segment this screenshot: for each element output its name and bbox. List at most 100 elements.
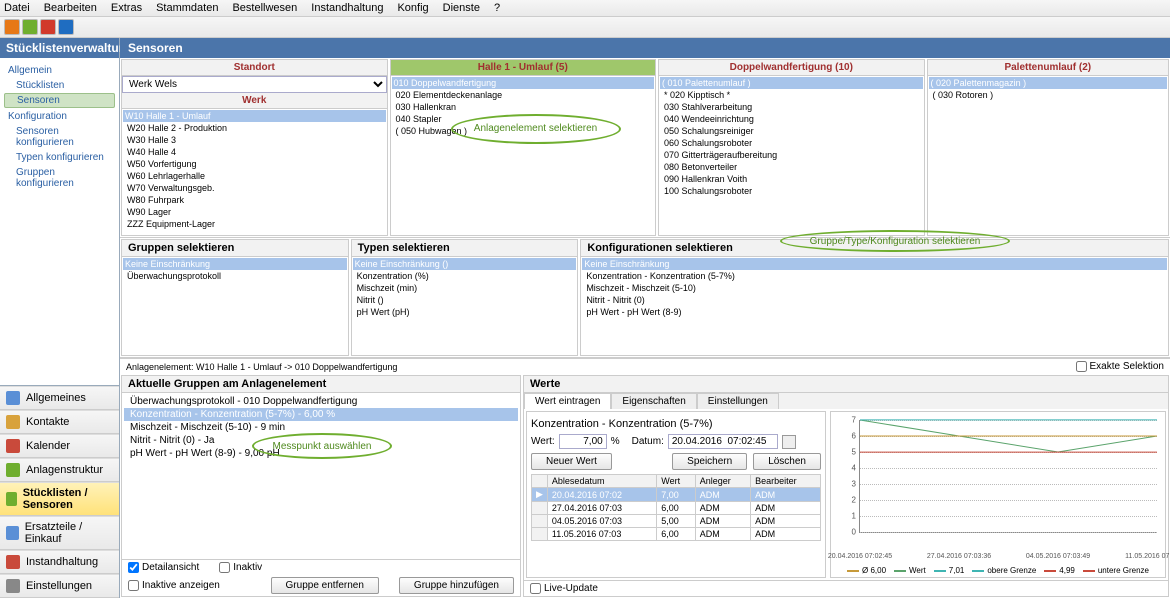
list-item[interactable]: 090 Hallenkran Voith (660, 173, 923, 185)
sidebar-bottom-item[interactable]: Stücklisten / Sensoren (0, 482, 119, 516)
current-groups-list[interactable]: Überwachungsprotokoll - 010 Doppelwandfe… (122, 393, 520, 559)
list-item[interactable]: Überwachungsprotokoll (123, 270, 347, 282)
list-item[interactable]: Konzentration - Konzentration (5-7%) (582, 270, 1167, 282)
panel-body-pal[interactable]: ( 020 Palettenmagazin )( 030 Rotoren ) (928, 76, 1168, 235)
werte-table[interactable]: AblesedatumWertAnlegerBearbeiter ▶20.04.… (531, 474, 821, 541)
table-row[interactable]: 11.05.2016 07:036,00ADMADM (532, 528, 821, 541)
menu-bearbeiten[interactable]: Bearbeiten (44, 2, 97, 14)
panel-body-standort[interactable]: W10 Halle 1 - UmlaufW20 Halle 2 - Produk… (122, 109, 387, 235)
btn-delete[interactable]: Löschen (753, 453, 821, 470)
toolbar-btn-4[interactable] (58, 19, 74, 35)
nav-sensoren[interactable]: Sensoren (4, 93, 115, 108)
list-item[interactable]: * 020 Kipptisch * (660, 89, 923, 101)
list-item[interactable]: 100 Schalungsroboter (660, 185, 923, 197)
datepicker-icon[interactable] (782, 435, 796, 449)
sel-types-body[interactable]: Keine Einschränkung ()Konzentration (%)M… (352, 257, 578, 355)
btn-remove-group[interactable]: Gruppe entfernen (271, 577, 379, 594)
list-item[interactable]: W50 Vorfertigung (123, 158, 386, 170)
list-item[interactable]: 010 Doppelwandfertigung (392, 77, 655, 89)
list-item[interactable]: 020 Elementdeckenanlage (392, 89, 655, 101)
list-item[interactable]: ( 020 Palettenmagazin ) (929, 77, 1167, 89)
list-item[interactable]: pH Wert - pH Wert (8-9) (582, 306, 1167, 318)
list-item[interactable]: W90 Lager (123, 206, 386, 218)
toolbar-btn-3[interactable] (40, 19, 56, 35)
nav-stuecklisten[interactable]: Stücklisten (0, 78, 119, 93)
list-item[interactable]: 080 Betonverteiler (660, 161, 923, 173)
group-row[interactable]: Konzentration - Konzentration (5-7%) - 6… (124, 408, 518, 421)
tab-eigenschaften[interactable]: Eigenschaften (611, 393, 696, 409)
group-row[interactable]: pH Wert - pH Wert (8-9) - 9,00 pH (124, 447, 518, 460)
sel-groups-body[interactable]: Keine EinschränkungÜberwachungsprotokoll (122, 257, 348, 355)
list-item[interactable]: ( 010 Palettenumlauf ) (660, 77, 923, 89)
group-row[interactable]: Nitrit - Nitrit (0) - Ja (124, 434, 518, 447)
list-item[interactable]: pH Wert (pH) (353, 306, 577, 318)
standort-combo[interactable]: Werk Wels (122, 76, 387, 93)
btn-add-group[interactable]: Gruppe hinzufügen (399, 577, 514, 594)
sidebar-bottom-item[interactable]: Instandhaltung (0, 550, 119, 574)
nav-typen-konfig[interactable]: Typen konfigurieren (0, 150, 119, 165)
nav-sensoren-konfig[interactable]: Sensoren konfigurieren (0, 124, 119, 150)
sidebar-bottom-item[interactable]: Kalender (0, 434, 119, 458)
list-item[interactable]: 050 Schalungsreiniger (660, 125, 923, 137)
menu-instandhaltung[interactable]: Instandhaltung (311, 2, 383, 14)
no-restriction-row[interactable]: Keine Einschränkung () (353, 258, 577, 270)
sidebar-bottom-item[interactable]: Ersatzteile / Einkauf (0, 516, 119, 550)
group-row[interactable]: Überwachungsprotokoll - 010 Doppelwandfe… (124, 395, 518, 408)
list-item[interactable]: W80 Fuhrpark (123, 194, 386, 206)
table-row[interactable]: 27.04.2016 07:036,00ADMADM (532, 502, 821, 515)
panel-body-dwf[interactable]: ( 010 Palettenumlauf )* 020 Kipptisch *0… (659, 76, 924, 235)
menu-stammdaten[interactable]: Stammdaten (156, 2, 218, 14)
sel-configs-body[interactable]: Keine EinschränkungKonzentration - Konze… (581, 257, 1168, 355)
list-item[interactable]: 030 Stahlverarbeitung (660, 101, 923, 113)
menu-konfig[interactable]: Konfig (397, 2, 428, 14)
list-item[interactable]: W70 Verwaltungsgeb. (123, 182, 386, 194)
panel-body-halle[interactable]: 010 Doppelwandfertigung020 Elementdecken… (391, 76, 656, 235)
check-detail[interactable]: Detailansicht (128, 562, 199, 573)
tab-einstellungen[interactable]: Einstellungen (697, 393, 779, 409)
list-item[interactable]: Mischzeit (min) (353, 282, 577, 294)
list-item[interactable]: ZZZ Equipment-Lager (123, 218, 386, 230)
check-live-update[interactable]: Live-Update (530, 583, 598, 594)
list-item[interactable]: Mischzeit - Mischzeit (5-10) (582, 282, 1167, 294)
tab-wert-eintragen[interactable]: Wert eintragen (524, 393, 611, 409)
list-item[interactable]: 070 Gitterträgeraufbereitung (660, 149, 923, 161)
menu-datei[interactable]: Datei (4, 2, 30, 14)
toolbar-btn-2[interactable] (22, 19, 38, 35)
list-item[interactable]: W60 Lehrlagerhalle (123, 170, 386, 182)
list-item[interactable]: Konzentration (%) (353, 270, 577, 282)
list-item[interactable]: W30 Halle 3 (123, 134, 386, 146)
wert-input[interactable] (559, 434, 607, 449)
btn-save[interactable]: Speichern (672, 453, 747, 470)
menu-extras[interactable]: Extras (111, 2, 142, 14)
menu-bestellwesen[interactable]: Bestellwesen (232, 2, 297, 14)
list-item[interactable]: 030 Hallenkran (392, 101, 655, 113)
list-item[interactable]: 040 Stapler (392, 113, 655, 125)
no-restriction-row[interactable]: Keine Einschränkung (123, 258, 347, 270)
list-item[interactable]: 040 Wendeeinrichtung (660, 113, 923, 125)
check-show-inactive[interactable]: Inaktive anzeigen (128, 577, 220, 594)
sidebar-bottom-item[interactable]: Kontakte (0, 410, 119, 434)
sidebar-bottom-item[interactable]: Anlagenstruktur (0, 458, 119, 482)
menu-help[interactable]: ? (494, 2, 500, 14)
datum-input[interactable] (668, 434, 778, 449)
table-row[interactable]: 04.05.2016 07:035,00ADMADM (532, 515, 821, 528)
list-item[interactable]: 060 Schalungsroboter (660, 137, 923, 149)
btn-new-wert[interactable]: Neuer Wert (531, 453, 612, 470)
table-row[interactable]: ▶20.04.2016 07:027,00ADMADM (532, 488, 821, 502)
group-row[interactable]: Mischzeit - Mischzeit (5-10) - 9 min (124, 421, 518, 434)
nav-gruppen-konfig[interactable]: Gruppen konfigurieren (0, 165, 119, 191)
list-item[interactable]: ( 030 Rotoren ) (929, 89, 1167, 101)
list-item[interactable]: W40 Halle 4 (123, 146, 386, 158)
list-item[interactable]: W10 Halle 1 - Umlauf (123, 110, 386, 122)
sidebar-bottom-item[interactable]: Einstellungen (0, 574, 119, 598)
list-item[interactable]: Nitrit () (353, 294, 577, 306)
list-item[interactable]: ( 050 Hubwagen ) (392, 125, 655, 137)
sidebar-bottom-item[interactable]: Allgemeines (0, 386, 119, 410)
toolbar-btn-1[interactable] (4, 19, 20, 35)
list-item[interactable]: W20 Halle 2 - Produktion (123, 122, 386, 134)
check-inactive[interactable]: Inaktiv (219, 562, 262, 573)
no-restriction-row[interactable]: Keine Einschränkung (582, 258, 1167, 270)
exact-selection-check[interactable]: Exakte Selektion (1076, 361, 1165, 372)
list-item[interactable]: Nitrit - Nitrit (0) (582, 294, 1167, 306)
menu-dienste[interactable]: Dienste (443, 2, 480, 14)
